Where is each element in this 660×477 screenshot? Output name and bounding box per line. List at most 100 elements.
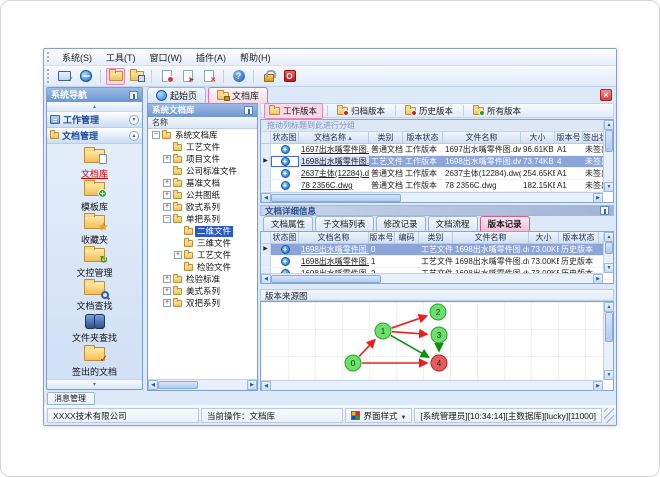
tree-node-二维文件[interactable]: 二维文件 <box>149 225 256 237</box>
column-header-文件名称[interactable]: 文件名称 <box>443 132 521 143</box>
cell-编码[interactable] <box>395 256 419 267</box>
tree-node-欧式系列[interactable]: + 欧式系列 <box>149 201 256 213</box>
cell-大小[interactable]: 73.74KB <box>521 156 555 167</box>
tree-node-系统文档库[interactable]: − 系统文档库 <box>149 129 256 141</box>
sidebar-group-docs[interactable]: 文档管理 ▴ <box>47 128 142 144</box>
expand-plus-icon[interactable]: + <box>163 299 171 307</box>
toolbar-button-network[interactable] <box>76 68 95 85</box>
menu-item[interactable]: 系统(S) <box>55 49 99 66</box>
cell-状态图[interactable]: + <box>271 180 299 191</box>
cell-类别[interactable]: 普通文档 <box>369 180 403 191</box>
cell-文件名称[interactable]: 1697出水嘴零件图.dwg <box>443 144 521 155</box>
table-row[interactable]: +2637主体(12284).dwg普通文档工作版本2637主体(12284).… <box>261 168 613 180</box>
cell-版本号[interactable]: A1 <box>555 180 583 191</box>
cell-文档名称[interactable]: 1698出水嘴零件图.dwg <box>299 156 369 167</box>
cell-版本号[interactable]: 0 <box>369 244 395 255</box>
cell-类别[interactable]: 普通文档 <box>369 144 403 155</box>
version-node-1[interactable]: 1 <box>374 322 392 340</box>
menu-item[interactable]: 窗口(W) <box>143 49 190 66</box>
toolbar-drag-handle[interactable] <box>47 69 50 83</box>
tab-子文档列表[interactable]: 子文档列表 <box>315 216 374 231</box>
toolbar-button-help[interactable]: ? <box>229 68 248 85</box>
cell-版本号[interactable]: A1 <box>555 168 583 179</box>
version-graph-canvas[interactable]: 0 1 2 3 4 <box>261 302 603 380</box>
version-node-2[interactable]: 2 <box>429 303 447 321</box>
grid-vertical-scrollbar[interactable]: ▲ ▼ <box>603 232 613 273</box>
cell-大小[interactable]: 182.15KB <box>521 180 555 191</box>
cell-状态图[interactable]: + <box>271 144 299 155</box>
menu-item[interactable]: 工具(T) <box>99 49 143 66</box>
graph-horizontal-scrollbar[interactable]: ◀ ▶ <box>261 380 603 391</box>
collapse-minus-icon[interactable]: − <box>152 131 160 139</box>
graph-vertical-scrollbar[interactable]: ▲ ▼ <box>603 302 614 380</box>
table-row[interactable]: ▶+1698出水嘴零件图.dwg工艺文件工作版本1698出水嘴零件图.dwg73… <box>261 156 613 168</box>
pin-icon[interactable] <box>244 106 253 115</box>
cell-大小[interactable]: 73.00KB <box>529 244 559 255</box>
tree-node-检验文件[interactable]: 检验文件 <box>149 261 256 273</box>
tree-node-单把系列[interactable]: − 单把系列 <box>149 213 256 225</box>
column-header-文档名称[interactable]: 文档名称 <box>299 232 369 243</box>
toolbar-button-message-send[interactable]: ➤ <box>178 68 197 85</box>
chevron-down-icon[interactable]: ▾ <box>129 114 139 125</box>
expand-plus-icon[interactable]: + <box>163 191 171 199</box>
table-row[interactable]: ▶+1698出水嘴零件图.dwg0工艺文件1698出水嘴零件图.dwg73.00… <box>261 244 613 256</box>
column-header-版本号[interactable]: 版本号 <box>555 132 583 143</box>
column-header-类别[interactable]: 类别 <box>369 132 403 143</box>
cell-状态图[interactable]: + <box>271 244 299 255</box>
tree-node-三维文件[interactable]: 三维文件 <box>149 237 256 249</box>
cell-文件名称[interactable]: 1698出水嘴零件图.dwg <box>453 256 529 267</box>
toolbar-button-open-document-library[interactable] <box>106 67 125 85</box>
column-header-大小[interactable]: 大小 <box>529 232 559 243</box>
sidebar-collapse-strip[interactable]: ▴ <box>47 102 142 112</box>
cell-文档名称[interactable]: 1698出水嘴零件图.dwg <box>299 256 369 267</box>
tree-horizontal-scrollbar[interactable]: ◀ ▶ <box>148 379 257 390</box>
grid-horizontal-scrollbar[interactable]: ◀ ▶ <box>261 273 603 283</box>
tree-node-工艺文件[interactable]: 工艺文件 <box>149 141 256 153</box>
cell-版本号[interactable]: 4 <box>555 156 583 167</box>
column-header-类别[interactable]: 类别 <box>419 232 453 243</box>
sidebar-item-签出的文档[interactable]: ✓ 签出的文档 <box>47 344 142 378</box>
tree-node-基准文档[interactable]: + 基准文档 <box>149 177 256 189</box>
close-icon[interactable]: × <box>600 89 612 101</box>
cell-版本号[interactable]: A1 <box>555 144 583 155</box>
expand-plus-icon[interactable]: + <box>174 251 182 259</box>
cell-文件名称[interactable]: 2637主体(12284).dwg <box>443 168 521 179</box>
column-header-编码[interactable]: 编码 <box>395 232 419 243</box>
toolbar-button-message-new[interactable] <box>157 68 176 85</box>
toolbar-button-message-delete[interactable]: × <box>199 68 218 85</box>
cell-版本状态[interactable]: 工作版本 <box>403 180 443 191</box>
cell-文档名称[interactable]: 2637主体(12284).dwg <box>299 168 369 179</box>
cell-编码[interactable] <box>395 244 419 255</box>
table-row[interactable]: +78 2356C.dwg 普通文档 工作版本 78 2356C.dwg 182.15K… <box>261 180 613 192</box>
sidebar-expand-strip[interactable]: ▾ <box>47 379 142 389</box>
cell-状态图[interactable]: + <box>271 168 299 179</box>
cell-版本号[interactable]: 1 <box>369 256 395 267</box>
button-归档版本[interactable]: 归档版本 <box>332 103 391 119</box>
sidebar-item-文档库[interactable]: 文档库 <box>47 146 142 180</box>
column-header-版本状态[interactable]: 版本状态 <box>403 132 443 143</box>
expand-plus-icon[interactable]: + <box>163 275 171 283</box>
collapse-minus-icon[interactable]: − <box>163 215 171 223</box>
column-header-文档名称[interactable]: 文档名称▲ <box>299 132 369 143</box>
expand-plus-icon[interactable]: + <box>163 287 171 295</box>
column-header-版本状态[interactable]: 版本状态 <box>559 232 599 243</box>
tree-node-公司标准文件[interactable]: 公司标准文件 <box>149 165 256 177</box>
tab-文档库[interactable]: 文档库 <box>208 87 269 103</box>
tree-node-美式系列[interactable]: + 美式系列 <box>149 285 256 297</box>
interface-style-selector[interactable]: 界面样式 ▼ <box>345 407 413 423</box>
cell-文件名称[interactable]: 1698出水嘴零件图.dwg <box>453 244 529 255</box>
cell-类别[interactable]: 普通文档 <box>369 168 403 179</box>
cell-文档名称[interactable]: 78 2356C.dwg <box>299 180 369 191</box>
sidebar-item-收藏夹[interactable]: ★ 收藏夹 <box>47 212 142 246</box>
tab-文档属性[interactable]: 文档属性 <box>263 216 314 231</box>
pin-icon[interactable] <box>600 206 609 215</box>
cell-状态图[interactable]: + <box>271 156 299 167</box>
cell-状态图[interactable]: + <box>271 256 299 267</box>
table-row[interactable]: +1697出水嘴零件图.dwg普通文档工作版本1697出水嘴零件图.dwg96.… <box>261 144 613 156</box>
resize-grip[interactable] <box>604 407 614 423</box>
version-node-3[interactable]: 3 <box>430 326 448 344</box>
tree-node-工艺文件[interactable]: + 工艺文件 <box>149 249 256 261</box>
column-header-文件名称[interactable]: 文件名称 <box>453 232 529 243</box>
sidebar-item-文档查找[interactable]: 文档查找 <box>47 278 142 312</box>
tree-node-双把系列[interactable]: + 双把系列 <box>149 297 256 309</box>
